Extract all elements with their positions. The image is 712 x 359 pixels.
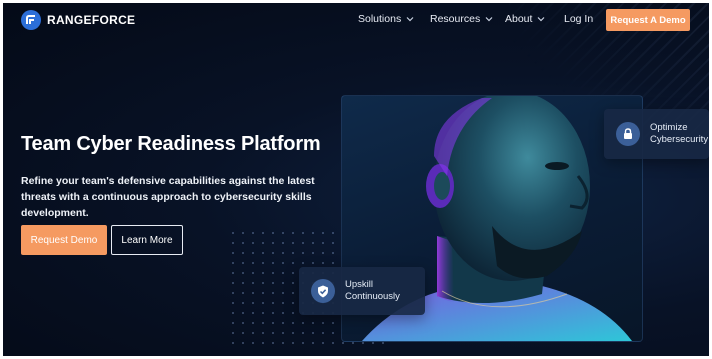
chevron-down-icon — [406, 17, 414, 22]
optimize-cybersecurity-card: Optimize Cybersecurity — [604, 109, 709, 159]
optimize-card-line1: Optimize — [650, 122, 688, 133]
hero-section: RANGEFORCE Solutions Resources About Log… — [3, 3, 709, 356]
rangeforce-logo-icon — [21, 10, 41, 30]
hero-title: Team Cyber Readiness Platform — [21, 133, 321, 155]
top-nav: RANGEFORCE Solutions Resources About Log… — [3, 3, 709, 35]
nav-login-label: Log In — [564, 13, 594, 25]
upskill-continuously-card: Upskill Continuously — [299, 267, 425, 315]
upskill-card-line2: Continuously — [345, 291, 400, 302]
request-a-demo-button[interactable]: Request A Demo — [606, 9, 690, 31]
nav-solutions[interactable]: Solutions — [358, 13, 414, 25]
chevron-down-icon — [485, 17, 493, 22]
shield-check-icon — [311, 279, 335, 303]
upskill-card-line1: Upskill — [345, 279, 373, 290]
optimize-card-line2: Cybersecurity — [650, 134, 709, 145]
nav-about-label: About — [505, 13, 533, 25]
nav-solutions-label: Solutions — [358, 13, 402, 25]
brand-logo[interactable]: RANGEFORCE — [21, 10, 135, 30]
chevron-down-icon — [538, 17, 545, 22]
hero-subtitle: Refine your team's defensive capabilitie… — [21, 175, 315, 219]
learn-more-button[interactable]: Learn More — [111, 225, 183, 255]
request-demo-button[interactable]: Request Demo — [21, 225, 107, 255]
brand-name: RANGEFORCE — [47, 13, 136, 27]
nav-login[interactable]: Log In — [564, 13, 593, 25]
nav-resources-label: Resources — [430, 13, 481, 25]
nav-about[interactable]: About — [505, 13, 545, 25]
nav-resources[interactable]: Resources — [430, 13, 493, 25]
lock-icon — [616, 122, 640, 146]
